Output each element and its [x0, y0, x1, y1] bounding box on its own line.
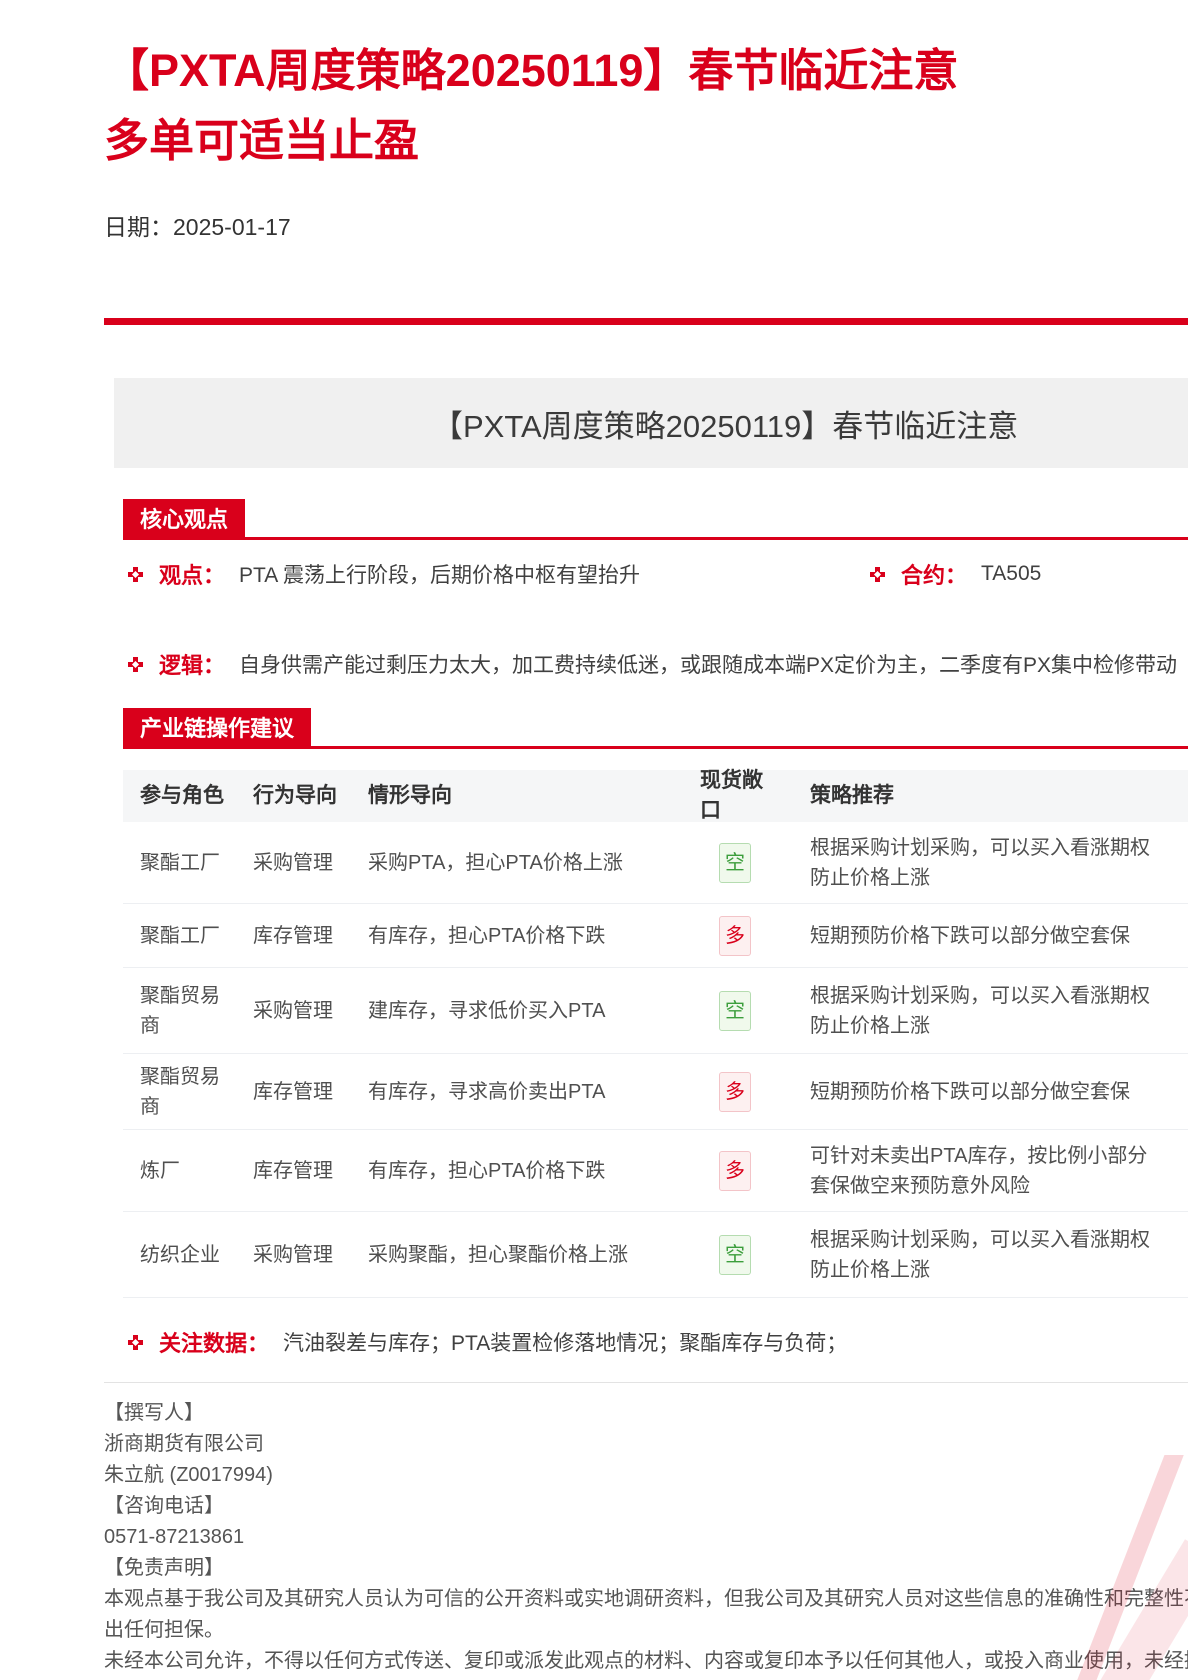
strategy-line: 短期预防价格下跌可以部分做空套保 — [810, 921, 1130, 951]
column-header: 行为导向 — [253, 770, 365, 822]
strategy-line: 根据采购计划采购，可以买入看涨期权 — [810, 833, 1150, 863]
footer: 【撰写人】 浙商期货有限公司 朱立航 (Z0017994) 【咨询电话】 057… — [104, 1402, 1188, 1680]
author-name: 朱立航 (Z0017994) — [104, 1464, 1188, 1486]
author-heading: 【撰写人】 — [104, 1402, 1188, 1424]
behavior-cell: 库存管理 — [253, 904, 365, 967]
strategy-cell: 根据采购计划采购，可以买入看涨期权 防止价格上涨 — [810, 822, 1188, 903]
strategy-cell: 短期预防价格下跌可以部分做空套保 — [810, 1054, 1188, 1129]
column-header: 策略推荐 — [810, 770, 1188, 822]
situation-cell: 建库存，寻求低价买入PTA — [368, 968, 698, 1053]
strategy-line: 根据采购计划采购，可以买入看涨期权 — [810, 981, 1150, 1011]
table-row: 聚酯贸易商 采购管理 建库存，寻求低价买入PTA 空 根据采购计划采购，可以买入… — [123, 968, 1188, 1054]
exposure-badge-long: 多 — [719, 916, 751, 956]
contract-value: TA505 — [981, 562, 1041, 586]
report-date: 日期：2025-01-17 — [104, 208, 291, 242]
focus-data-label: 关注数据： — [159, 1326, 269, 1358]
top-divider — [104, 318, 1188, 325]
contract-label: 合约： — [901, 558, 967, 590]
exposure-cell: 空 — [700, 1212, 770, 1297]
exposure-cell: 多 — [700, 1054, 770, 1129]
footer-divider — [104, 1382, 1188, 1383]
industry-section-underline — [123, 746, 1188, 749]
table-row: 聚酯工厂 采购管理 采购PTA，担心PTA价格上涨 空 根据采购计划采购，可以买… — [123, 822, 1188, 904]
role-cell: 纺织企业 — [140, 1212, 236, 1297]
column-header: 情形导向 — [368, 770, 698, 822]
core-section-underline — [123, 537, 1188, 540]
strategy-line: 套保做空来预防意外风险 — [810, 1171, 1030, 1201]
role-cell: 炼厂 — [140, 1130, 236, 1211]
exposure-badge-long: 多 — [719, 1072, 751, 1112]
bullet-cross-icon — [128, 1335, 143, 1350]
section-badge-industry-advice: 产业链操作建议 — [123, 708, 311, 746]
logic-text: 自身供需产能过剩压力太大，加工费持续低迷，或跟随成本端PX定价为主，二季度有PX… — [239, 649, 1177, 679]
behavior-cell: 采购管理 — [253, 1212, 365, 1297]
strategy-line: 防止价格上涨 — [810, 1011, 930, 1041]
exposure-cell: 空 — [700, 822, 770, 903]
exposure-cell: 多 — [700, 1130, 770, 1211]
exposure-cell: 多 — [700, 904, 770, 967]
exposure-badge-short: 空 — [719, 1235, 751, 1275]
column-header: 现货敞口 — [700, 770, 770, 822]
strategy-cell: 可针对未卖出PTA库存，按比例小部分 套保做空来预防意外风险 — [810, 1130, 1188, 1211]
table-row: 聚酯工厂 库存管理 有库存，担心PTA价格下跌 多 短期预防价格下跌可以部分做空… — [123, 904, 1188, 968]
focus-data-row: 关注数据： 汽油裂差与库存；PTA装置检修落地情况；聚酯库存与负荷； — [128, 1326, 1188, 1358]
role-cell: 聚酯贸易商 — [140, 968, 236, 1053]
table-row: 聚酯贸易商 库存管理 有库存，寻求高价卖出PTA 多 短期预防价格下跌可以部分做… — [123, 1054, 1188, 1130]
table-header-row: 参与角色 行为导向 情形导向 现货敞口 策略推荐 — [123, 770, 1188, 822]
strategy-line: 根据采购计划采购，可以买入看涨期权 — [810, 1225, 1150, 1255]
phone-heading: 【咨询电话】 — [104, 1495, 1188, 1517]
disclaimer-line: 出任何担保。 — [104, 1619, 1188, 1641]
strategy-line: 防止价格上涨 — [810, 863, 930, 893]
behavior-cell: 采购管理 — [253, 968, 365, 1053]
logic-label: 逻辑： — [159, 648, 225, 680]
situation-cell: 采购聚酯，担心聚酯价格上涨 — [368, 1212, 698, 1297]
strategy-line: 防止价格上涨 — [810, 1255, 930, 1285]
focus-data-text: 汽油裂差与库存；PTA装置检修落地情况；聚酯库存与负荷； — [283, 1327, 847, 1357]
logic-row: 逻辑： 自身供需产能过剩压力太大，加工费持续低迷，或跟随成本端PX定价为主，二季… — [128, 648, 1188, 680]
bullet-cross-icon — [870, 567, 885, 582]
bullet-cross-icon — [128, 657, 143, 672]
exposure-badge-short: 空 — [719, 991, 751, 1031]
behavior-cell: 采购管理 — [253, 822, 365, 903]
disclaimer-line: 本观点基于我公司及其研究人员认为可信的公开资料或实地调研资料，但我公司及其研究人… — [104, 1588, 1188, 1610]
situation-cell: 有库存，担心PTA价格下跌 — [368, 1130, 698, 1211]
strategy-line: 可针对未卖出PTA库存，按比例小部分 — [810, 1141, 1147, 1171]
disclaimer-heading: 【免责声明】 — [104, 1557, 1188, 1579]
situation-cell: 有库存，寻求高价卖出PTA — [368, 1054, 698, 1129]
bullet-cross-icon — [128, 567, 143, 582]
page-title-line1: 【PXTA周度策略20250119】春节临近注意 — [104, 45, 958, 96]
situation-cell: 有库存，担心PTA价格下跌 — [368, 904, 698, 967]
exposure-badge-long: 多 — [719, 1151, 751, 1191]
phone-number: 0571-87213861 — [104, 1526, 1188, 1548]
role-cell: 聚酯工厂 — [140, 822, 236, 903]
section-badge-core-view: 核心观点 — [123, 499, 245, 537]
situation-cell: 采购PTA，担心PTA价格上涨 — [368, 822, 698, 903]
contract-group: 合约： TA505 — [870, 558, 1041, 590]
table-row: 炼厂 库存管理 有库存，担心PTA价格下跌 多 可针对未卖出PTA库存，按比例小… — [123, 1130, 1188, 1212]
strategy-line: 短期预防价格下跌可以部分做空套保 — [810, 1077, 1130, 1107]
strategy-cell: 根据采购计划采购，可以买入看涨期权 防止价格上涨 — [810, 968, 1188, 1053]
operation-advice-table: 参与角色 行为导向 情形导向 现货敞口 策略推荐 聚酯工厂 采购管理 采购PTA… — [123, 770, 1188, 1298]
column-header: 参与角色 — [140, 770, 236, 822]
exposure-cell: 空 — [700, 968, 770, 1053]
article-banner: 【PXTA周度策略20250119】春节临近注意 — [114, 378, 1188, 468]
role-cell: 聚酯工厂 — [140, 904, 236, 967]
role-cell: 聚酯贸易商 — [140, 1054, 236, 1129]
viewpoint-text: PTA 震荡上行阶段，后期价格中枢有望抬升 — [239, 559, 640, 589]
behavior-cell: 库存管理 — [253, 1130, 365, 1211]
page-title: 【PXTA周度策略20250119】春节临近注意多单可适当止盈 — [104, 36, 1188, 176]
viewpoint-label: 观点： — [159, 558, 225, 590]
strategy-cell: 短期预防价格下跌可以部分做空套保 — [810, 904, 1188, 967]
exposure-badge-short: 空 — [719, 843, 751, 883]
behavior-cell: 库存管理 — [253, 1054, 365, 1129]
page-title-line2: 多单可适当止盈 — [104, 115, 419, 166]
table-row: 纺织企业 采购管理 采购聚酯，担心聚酯价格上涨 空 根据采购计划采购，可以买入看… — [123, 1212, 1188, 1298]
banner-title: 【PXTA周度策略20250119】春节临近注意 — [432, 378, 1018, 468]
viewpoint-row: 观点： PTA 震荡上行阶段，后期价格中枢有望抬升 合约： TA505 — [128, 558, 1188, 590]
report-page: 【PXTA周度策略20250119】春节临近注意多单可适当止盈 日期：2025-… — [0, 0, 1188, 1680]
company-name: 浙商期货有限公司 — [104, 1433, 1188, 1455]
strategy-cell: 根据采购计划采购，可以买入看涨期权 防止价格上涨 — [810, 1212, 1188, 1297]
disclaimer-line: 未经本公司允许，不得以任何方式传送、复印或派发此观点的材料、内容或复印本予以任何… — [104, 1650, 1188, 1672]
